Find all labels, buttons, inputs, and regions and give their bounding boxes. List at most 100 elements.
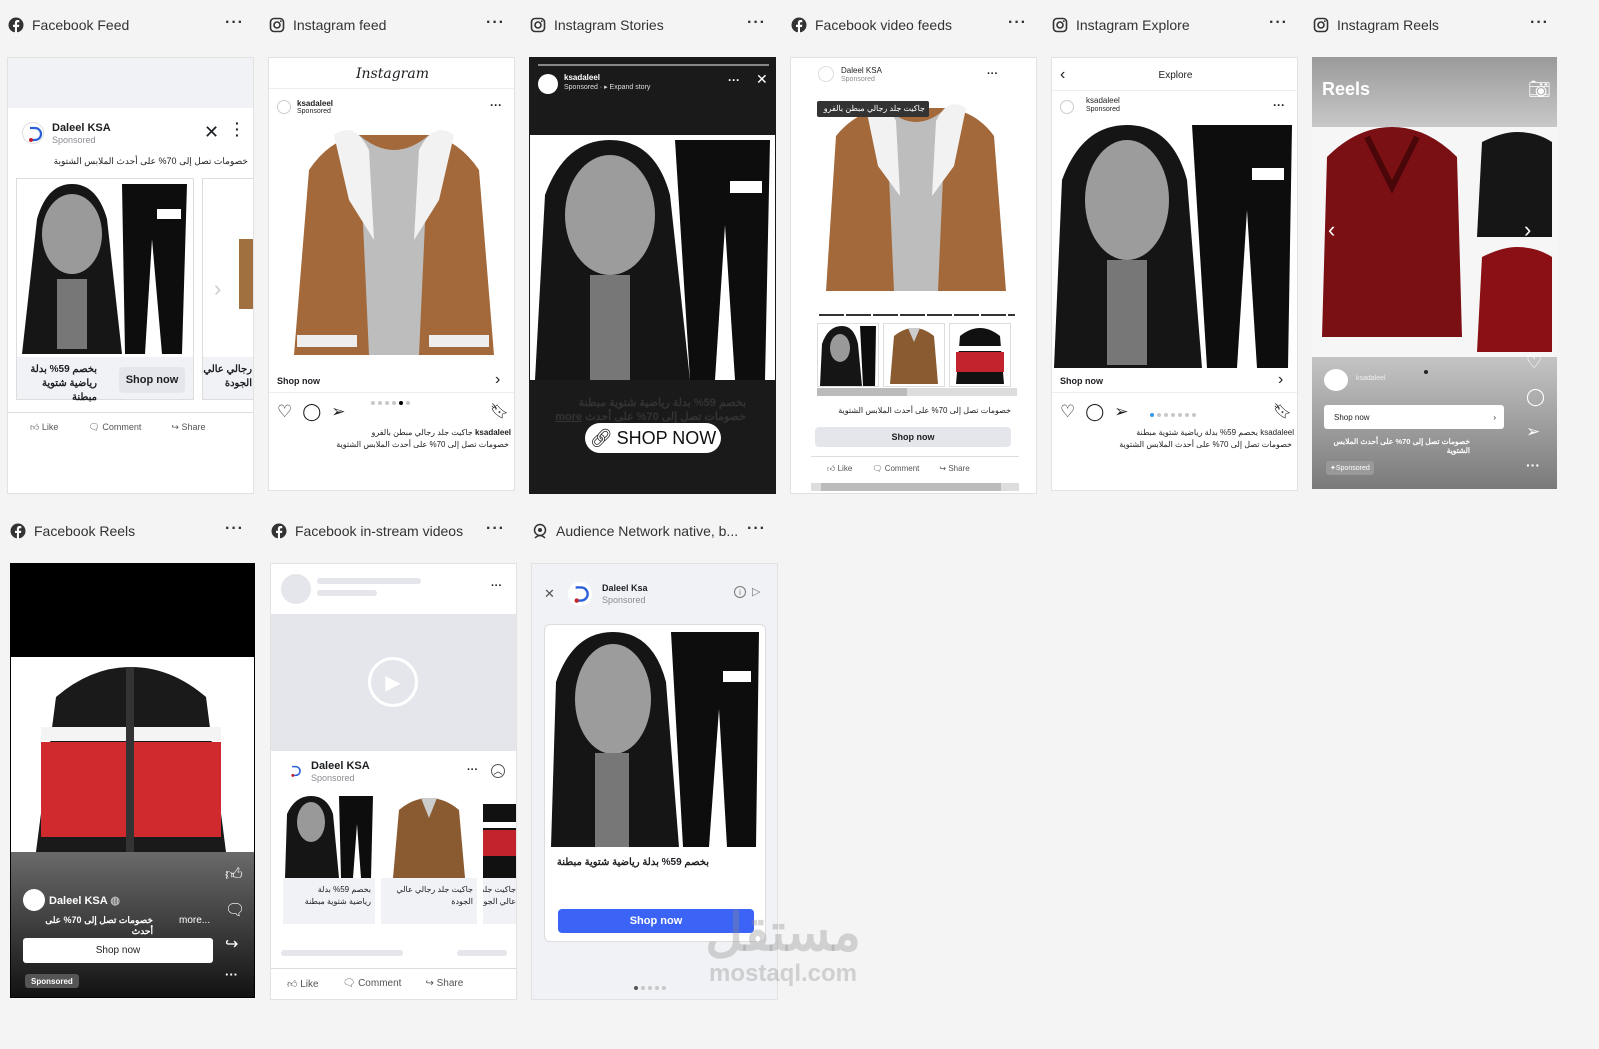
close-icon[interactable]: ✕ [544,586,555,602]
carousel-card[interactable]: بخصم 59% بدلة رياضية شتوية مبطنة Shop no… [16,178,194,403]
avatar-placeholder [281,574,311,604]
comment-icon[interactable]: ◯ [1526,387,1545,407]
comment-button[interactable]: 🗨︎ Comment [872,464,919,474]
carousel-card[interactable]: بخصم 59% بدلة رياضية شتوية مبطنة [283,794,375,924]
like-button[interactable]: 👍︎ Like [30,422,58,433]
more-horizontal-icon[interactable]: ··· [1526,457,1540,473]
share-button[interactable]: ↪ Share [425,978,463,990]
send-icon[interactable]: ➢ [1114,402,1128,422]
thumbnail-jacket-brown[interactable] [883,323,945,387]
link-icon: 🔗︎ [589,427,613,448]
audience-network-icon [532,523,548,539]
share-button[interactable]: ↪ Share [939,464,969,474]
horizontal-scrollbar[interactable] [811,483,1019,491]
like-button[interactable]: 👍︎ Like [827,464,852,474]
more-horizontal-icon[interactable]: ··· [490,98,502,112]
play-icon[interactable]: ▶ [368,657,418,707]
more-options-button[interactable]: ··· [486,15,505,31]
more-options-button[interactable]: ··· [225,521,244,537]
shop-now-button[interactable]: Shop now › [1324,405,1504,429]
chevron-right-icon[interactable]: › [1278,371,1283,389]
product-image-tracksuit [551,627,761,847]
ad-primary-text: خصومات تصل إلى 70% على أحدث الملابس الشت… [838,406,1011,415]
card-title-line: بخصم 59% بدلة [30,364,97,375]
shop-now-button[interactable]: 🔗︎ SHOP NOW [585,423,721,453]
chevron-right-icon[interactable]: › [495,371,500,389]
reels-title: Reels [1322,79,1371,99]
preview-ig-feed: Instagram ksadaleel Sponsored ··· Shop n… [268,57,515,491]
panel-header-ig-explore: Instagram Explore ··· [1052,14,1288,36]
more-options-button[interactable]: ··· [225,15,244,31]
more-link[interactable]: more... [179,915,210,926]
chevron-left-icon[interactable]: ‹ [1328,217,1335,243]
close-icon[interactable]: ✕ [756,71,768,88]
comment-icon[interactable]: 🗨︎ [225,900,245,920]
comment-icon: 🗨︎ [88,422,100,432]
carousel-card[interactable]: جاكيت جلد عالي الجودة [483,794,516,924]
share-button[interactable]: ↪ Share [171,422,205,433]
bookmark-icon[interactable]: 🔖︎ [1273,402,1292,420]
shop-now-button[interactable]: Shop now [119,367,185,393]
comment-label: Comment [358,978,402,989]
more-horizontal-icon[interactable]: ··· [1273,98,1285,112]
story-text-promo: خصومات تصل إلى 70% على أحدث [585,411,746,423]
chevron-right-icon[interactable]: › [214,276,221,302]
heart-icon[interactable]: ♡ [1060,402,1075,422]
close-icon[interactable]: ✕ [204,122,219,143]
more-options-button[interactable]: ··· [1269,15,1288,31]
card-title-line: رياضية شتوية مبطنة [41,378,97,403]
carousel-card[interactable]: جاكيت جلد رجالي عالي الجودة [381,794,477,924]
more-options-button[interactable]: ··· [747,521,766,537]
more-horizontal-icon[interactable]: ··· [987,68,998,80]
video-placeholder[interactable]: ▶ [271,614,516,751]
comment-button[interactable]: 🗨︎ Comment [88,422,141,433]
shop-now-link[interactable]: Shop now [1060,376,1103,386]
more-horizontal-icon[interactable]: ··· [491,580,502,592]
expand-story-label: Expand story [609,84,651,91]
shop-now-button[interactable]: Shop now [815,427,1011,447]
info-icon[interactable]: i [734,586,746,598]
panel-title: Facebook Feed [32,17,130,33]
more-options-button[interactable]: ··· [747,15,766,31]
shop-now-button[interactable]: Shop now [23,938,213,963]
ad-headline: بخصم 59% بدلة رياضية شتوية مبطنة [556,857,709,868]
preview-ig-stories: ksadaleel Sponsored · ▸ Expand story ···… [529,57,776,494]
thumbnail-strip [817,323,1017,387]
account-handle: ksadaleel [297,99,334,108]
heart-icon[interactable]: ♡ [1526,352,1542,373]
shop-now-link[interactable]: Shop now [277,376,320,386]
thumbnail-jacket-red[interactable] [949,323,1011,387]
more-horizontal-icon[interactable]: ··· [225,967,238,982]
more-options-button[interactable]: ··· [1008,15,1027,31]
sponsored-label: Sponsored [602,595,646,605]
share-icon[interactable]: ↪ [225,934,238,954]
like-button[interactable]: 👍︎ Like [287,978,319,990]
heart-icon[interactable]: ♡ [277,402,292,422]
collapse-icon[interactable]: ︿ [491,764,505,778]
comment-icon[interactable]: ◯ [302,402,321,422]
comment-icon[interactable]: ◯ [1085,402,1104,422]
adchoices-icon[interactable]: ▷ [752,585,760,598]
shop-now-button[interactable]: Shop now [558,909,754,933]
thumbnail-tracksuit[interactable] [817,323,879,387]
more-horizontal-icon[interactable]: ··· [467,764,478,776]
thumbs-up-icon[interactable]: 👍︎ [225,864,243,885]
send-icon[interactable]: ➢ [1526,422,1540,442]
send-icon[interactable]: ➢ [331,402,345,422]
horizontal-scrollbar[interactable] [817,388,1017,396]
comment-button[interactable]: 🗨︎ Comment [343,978,402,990]
sponsored-label: Sponsored [1086,106,1120,113]
panel-header-fb-instream: Facebook in-stream videos ··· [271,520,505,542]
camera-icon[interactable]: 📷︎ [1528,79,1551,100]
more-vertical-icon[interactable]: · · · [235,116,240,142]
avatar [538,74,558,94]
more-options-button[interactable]: ··· [1530,15,1549,31]
more-horizontal-icon[interactable]: ··· [728,73,740,87]
chevron-right-icon[interactable]: › [1524,217,1531,243]
more-options-button[interactable]: ··· [486,521,505,537]
carousel-card[interactable]: رجالي عالي الجودة [202,178,253,400]
bookmark-icon[interactable]: 🔖︎ [490,402,509,420]
story-text: خصومات تصل إلى 70% على أحدث more [550,410,746,424]
card-title-line: رياضية شتوية مبطنة [304,897,371,906]
more-link[interactable]: more [555,411,582,423]
